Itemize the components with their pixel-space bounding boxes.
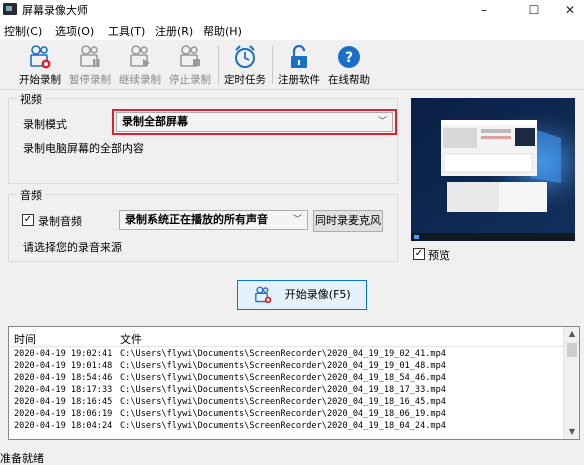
column-header-time[interactable]: 时间: [14, 331, 36, 347]
help-icon: ?: [338, 46, 360, 68]
checkmark-icon: ✓: [414, 248, 424, 259]
toolbar: 开始录制 暂停录制 继续录制 停止录制 定时任务 注册软件 ? 在线帮助: [0, 40, 584, 90]
camera-record-icon: [30, 45, 51, 69]
log-header: 时间 文件: [9, 327, 565, 347]
audio-source-hint: 请选择您的录音来源: [23, 241, 122, 254]
video-group: 视频 录制模式 录制全部屏幕 ﹀ 录制电脑屏幕的全部内容: [8, 91, 398, 184]
log-time: 2020-04-19 19:01:48: [14, 361, 113, 371]
svg-text:?: ?: [345, 50, 353, 66]
stop-record-label: 停止录制: [169, 74, 211, 86]
status-text: 准备就绪: [0, 452, 44, 465]
menu-options[interactable]: 选项(O): [55, 23, 94, 39]
close-icon: ✕: [564, 3, 576, 17]
menu-help[interactable]: 帮助(H): [203, 23, 242, 39]
menu-register[interactable]: 注册(R): [155, 23, 193, 39]
audio-group: 音频 ✓ 录制音频 录制系统正在播放的所有声音 ﹀ 同时录麦克风 请选择您的录音…: [8, 187, 398, 262]
app-icon: [3, 3, 17, 15]
preview-checkbox[interactable]: ✓: [413, 248, 425, 260]
recording-log-list[interactable]: 时间 文件 2020-04-19 19:02:41 C:\Users\flywi\…: [8, 326, 580, 440]
camera-record-icon: [255, 286, 272, 304]
audio-source-value: 录制系统正在播放的所有声音: [125, 213, 268, 226]
log-file: C:\Users\flywi\Documents\ScreenRecorder\…: [120, 349, 446, 359]
stop-record-tool[interactable]: 停止录制: [167, 42, 213, 88]
log-file: C:\Users\flywi\Documents\ScreenRecorder\…: [120, 385, 446, 395]
log-row[interactable]: 2020-04-19 18:16:45 C:\Users\flywi\Docume…: [9, 396, 565, 408]
register-tool[interactable]: 注册软件: [276, 42, 322, 88]
audio-group-label: 音频: [17, 187, 45, 203]
status-bar: 准备就绪: [0, 446, 584, 465]
register-label: 注册软件: [278, 74, 320, 86]
minimize-button[interactable]: –: [464, 0, 504, 20]
log-file: C:\Users\flywi\Documents\ScreenRecorder\…: [120, 421, 446, 431]
column-header-file[interactable]: 文件: [120, 331, 142, 347]
timer-task-label: 定时任务: [224, 74, 266, 86]
camera-stop-icon: [180, 45, 200, 67]
screen-preview: [411, 98, 575, 241]
close-button[interactable]: ✕: [550, 0, 584, 20]
log-row[interactable]: 2020-04-19 19:01:48 C:\Users\flywi\Docume…: [9, 360, 565, 372]
log-time: 2020-04-19 18:17:33: [14, 385, 113, 395]
scroll-up-icon[interactable]: ▲: [564, 327, 579, 341]
menu-control[interactable]: 控制(C): [4, 23, 42, 39]
log-file: C:\Users\flywi\Documents\ScreenRecorder\…: [120, 361, 446, 371]
log-row[interactable]: 2020-04-19 18:06:19 C:\Users\flywi\Docume…: [9, 408, 565, 420]
camera-pause-icon: [80, 45, 100, 67]
video-group-label: 视频: [17, 91, 45, 107]
toolbar-separator: [272, 46, 273, 84]
title-bar: 屏幕录像大师 – ☐ ✕: [0, 0, 584, 20]
timer-task-tool[interactable]: 定时任务: [222, 42, 268, 88]
log-row[interactable]: 2020-04-19 18:54:46 C:\Users\flywi\Docume…: [9, 372, 565, 384]
log-file: C:\Users\flywi\Documents\ScreenRecorder\…: [120, 397, 446, 407]
record-mode-select[interactable]: 录制全部屏幕 ﹀: [116, 112, 393, 132]
maximize-button[interactable]: ☐: [514, 0, 554, 20]
checkmark-icon: ✓: [23, 214, 33, 225]
resume-record-label: 继续录制: [119, 74, 161, 86]
toolbar-separator: [218, 46, 219, 84]
unlock-icon: [291, 44, 307, 68]
start-recording-button[interactable]: 开始录像(F5): [237, 280, 367, 310]
record-mode-description: 录制电脑屏幕的全部内容: [23, 142, 144, 155]
log-row[interactable]: 2020-04-19 19:02:41 C:\Users\flywi\Docume…: [9, 348, 565, 360]
alarm-clock-icon: [235, 45, 255, 68]
log-time: 2020-04-19 18:04:24: [14, 421, 113, 431]
log-time: 2020-04-19 18:54:46: [14, 373, 113, 383]
pause-record-tool[interactable]: 暂停录制: [67, 42, 113, 88]
scroll-down-icon[interactable]: ▼: [564, 425, 579, 439]
start-record-label: 开始录制: [19, 74, 61, 86]
resume-record-tool[interactable]: 继续录制: [117, 42, 163, 88]
menu-bar: 控制(C) 选项(O) 工具(T) 注册(R) 帮助(H): [0, 20, 584, 40]
log-scrollbar[interactable]: ▲ ▼: [563, 327, 579, 439]
log-time: 2020-04-19 18:16:45: [14, 397, 113, 407]
log-file: C:\Users\flywi\Documents\ScreenRecorder\…: [120, 409, 446, 419]
minimize-icon: –: [481, 3, 487, 17]
log-row[interactable]: 2020-04-19 18:17:33 C:\Users\flywi\Docume…: [9, 384, 565, 396]
mic-record-button[interactable]: 同时录麦克风: [313, 210, 383, 232]
chevron-down-icon: ﹀: [377, 117, 387, 127]
log-row[interactable]: 2020-04-19 18:04:24 C:\Users\flywi\Docume…: [9, 420, 565, 432]
log-time: 2020-04-19 19:02:41: [14, 349, 113, 359]
camera-resume-icon: [130, 45, 150, 67]
start-recording-label: 开始录像(F5): [284, 288, 351, 301]
record-audio-label: 录制音频: [38, 215, 82, 228]
window-title: 屏幕录像大师: [22, 4, 88, 17]
pause-record-label: 暂停录制: [69, 74, 111, 86]
log-file: C:\Users\flywi\Documents\ScreenRecorder\…: [120, 373, 446, 383]
maximize-icon: ☐: [528, 3, 540, 17]
start-record-tool[interactable]: 开始录制: [17, 42, 63, 88]
record-audio-checkbox[interactable]: ✓: [22, 214, 34, 226]
online-help-tool[interactable]: ? 在线帮助: [326, 42, 372, 88]
audio-source-select[interactable]: 录制系统正在播放的所有声音 ﹀: [119, 210, 308, 230]
record-mode-label: 录制模式: [23, 118, 67, 131]
chevron-down-icon: ﹀: [292, 215, 302, 225]
scroll-thumb[interactable]: [567, 343, 577, 357]
menu-tools[interactable]: 工具(T): [108, 23, 145, 39]
log-time: 2020-04-19 18:06:19: [14, 409, 113, 419]
record-mode-value: 录制全部屏幕: [122, 115, 188, 128]
desktop-preview-image: [411, 98, 575, 241]
online-help-label: 在线帮助: [328, 74, 370, 86]
preview-label: 预览: [428, 249, 450, 262]
